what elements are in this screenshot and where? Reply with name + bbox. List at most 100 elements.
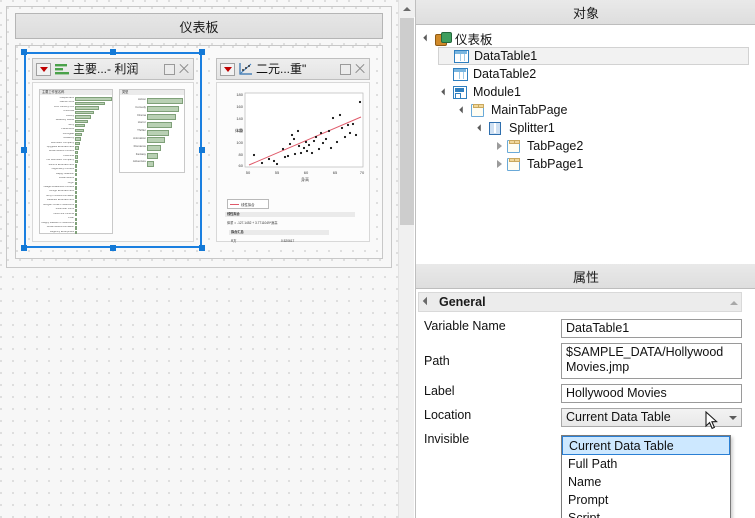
tree-item-tabpage2[interactable]: TabPage2 xyxy=(492,137,755,155)
close-icon[interactable] xyxy=(354,63,366,75)
studio-bar xyxy=(75,142,80,145)
genre-label: Animation xyxy=(120,137,146,140)
twisty-collapsed-icon[interactable] xyxy=(492,137,506,155)
dropdown-option-current-data-table[interactable]: Current Data Table xyxy=(562,436,730,455)
studio-label: DreamWorks Animation xyxy=(40,226,74,229)
tree-item-datatable1[interactable]: DataTable1 xyxy=(438,47,749,65)
chevron-down-icon xyxy=(729,416,737,420)
path-input[interactable]: $SAMPLE_DATA/Hollywood Movies.jmp xyxy=(561,343,742,379)
variable-name-input[interactable]: DataTable1 xyxy=(561,319,742,338)
studio-plot-caption: 主要工作室名称 xyxy=(40,90,112,95)
resize-handle-ne[interactable] xyxy=(199,49,205,55)
tree-item-label: 仪表板 xyxy=(455,29,493,48)
general-group-header[interactable]: General xyxy=(418,292,742,312)
studio-bar xyxy=(75,137,81,140)
scatter-chart-svg: 180160 140120 10080 60 5055 6065 70 xyxy=(219,87,377,195)
studio-label: Virgin xyxy=(40,182,74,185)
genre-label: Comedy xyxy=(120,106,146,109)
genre-bar xyxy=(147,98,183,104)
svg-text:140: 140 xyxy=(236,116,243,121)
resize-handle-sw[interactable] xyxy=(21,245,27,251)
studio-bar xyxy=(75,231,77,234)
triangle-down-icon[interactable] xyxy=(423,297,431,305)
dashboard-body: 主要...- 利润 主要工作室名称 IndependentWarner Bros… xyxy=(15,45,383,259)
close-icon[interactable] xyxy=(178,63,190,75)
tree-item-datatable2[interactable]: DataTable2 xyxy=(438,65,755,83)
tree-item-label: DataTable2 xyxy=(473,67,536,81)
twisty-expanded-icon[interactable] xyxy=(420,29,434,47)
resize-handle-e[interactable] xyxy=(199,147,205,153)
resize-handle-w[interactable] xyxy=(21,147,27,153)
objects-tree[interactable]: 仪表板DataTable1 DataTable2 Module1MainTabPag… xyxy=(416,25,755,262)
dashboard-container: 仪表板 xyxy=(6,6,392,268)
studio-label: Pixar xyxy=(40,217,74,220)
studio-label: Columbia xyxy=(40,155,74,158)
genre-label: Fantasy xyxy=(120,153,146,156)
report-thumbnail-bar-chart: 主要工作室名称 IndependentWarner Bros20th Centu… xyxy=(32,82,194,242)
scrollbar-thumb[interactable] xyxy=(400,18,414,225)
rsquare-label: R方 xyxy=(229,239,269,244)
dropdown-option-prompt[interactable]: Prompt xyxy=(562,491,730,509)
studio-label: Village Roadshow Pictures xyxy=(40,186,74,189)
twisty-spacer xyxy=(438,65,452,83)
maximize-icon[interactable] xyxy=(164,64,175,75)
tabpage-icon xyxy=(506,139,523,154)
studio-bar xyxy=(75,155,78,158)
twisty-expanded-icon[interactable] xyxy=(456,101,470,119)
dropdown-option-full-path[interactable]: Full Path xyxy=(562,455,730,473)
svg-text:70: 70 xyxy=(360,170,365,175)
svg-text:160: 160 xyxy=(236,104,243,109)
red-triangle-icon[interactable] xyxy=(220,63,235,76)
studio-label: DreamWorks Pictures xyxy=(40,150,74,153)
studio-bar xyxy=(75,151,78,154)
scatter-plot-icon xyxy=(238,62,253,76)
dashboard-title-text: 仪表板 xyxy=(179,17,218,36)
objects-panel-title: 对象 xyxy=(573,3,599,22)
resize-handle-n[interactable] xyxy=(110,49,116,55)
studio-bar xyxy=(75,97,112,100)
genre-bar-plot: 类型 ActionComedyDramaHorrorThrillerAnimat… xyxy=(119,89,185,173)
path-label: Path xyxy=(418,343,561,368)
resize-handle-s[interactable] xyxy=(110,245,116,251)
studio-bar xyxy=(75,195,77,198)
objects-panel-header[interactable]: 对象 xyxy=(416,0,755,25)
report-panel-bar-chart[interactable]: 主要...- 利润 主要工作室名称 IndependentWarner Bros… xyxy=(24,52,202,248)
properties-scroll-up-button[interactable] xyxy=(729,298,739,308)
tree-item-module1[interactable]: Module1 xyxy=(438,83,755,101)
studio-label: Independent xyxy=(40,97,74,100)
tree-item-仪表板[interactable]: 仪表板 xyxy=(420,29,755,47)
canvas-vertical-scrollbar[interactable] xyxy=(398,0,414,518)
location-dropdown-list[interactable]: Current Data TableFull PathNamePromptScr… xyxy=(561,435,731,518)
twisty-expanded-icon[interactable] xyxy=(438,83,452,101)
properties-panel-header[interactable]: 属性 xyxy=(416,264,755,289)
twisty-collapsed-icon[interactable] xyxy=(492,155,506,173)
twisty-expanded-icon[interactable] xyxy=(474,119,488,137)
studio-bar-plot: 主要工作室名称 IndependentWarner Bros20th Centu… xyxy=(39,89,113,234)
twisty-spacer xyxy=(439,47,453,65)
label-label: Label xyxy=(418,384,561,398)
chevron-up-icon xyxy=(730,301,738,305)
dropdown-option-name[interactable]: Name xyxy=(562,473,730,491)
scrollbar-up-button[interactable] xyxy=(399,0,415,17)
resize-handle-se[interactable] xyxy=(199,245,205,251)
tree-item-splitter1[interactable]: Splitter1 xyxy=(474,119,755,137)
report-panel-scatter[interactable]: 二元...重" 180160 140120 10080 xyxy=(208,52,378,248)
studio-label: Universal xyxy=(40,110,74,113)
fit-equation: 体重 = -127.1452 + 3.7711049*身高 xyxy=(225,221,355,226)
studio-bar xyxy=(75,133,82,136)
dashboard-title-bar[interactable]: 仪表板 xyxy=(15,13,383,39)
studio-bar xyxy=(75,164,77,167)
dashboard-canvas[interactable]: 仪表板 xyxy=(0,0,398,518)
report-title-bar-scatter[interactable]: 二元...重" xyxy=(216,58,370,80)
label-input[interactable]: Hollywood Movies xyxy=(561,384,742,403)
scatter-legend: 线性拟合 xyxy=(227,199,269,209)
tree-item-maintabpage[interactable]: MainTabPage xyxy=(456,101,755,119)
studio-label: Weinstein Company xyxy=(40,142,74,145)
studio-bar xyxy=(75,222,77,225)
tree-item-tabpage1[interactable]: TabPage1 xyxy=(492,155,755,173)
report-title-bar-bar-chart[interactable]: 主要...- 利润 xyxy=(32,58,194,80)
dropdown-option-script[interactable]: Script xyxy=(562,509,730,518)
red-triangle-icon[interactable] xyxy=(36,63,51,76)
maximize-icon[interactable] xyxy=(340,64,351,75)
resize-handle-nw[interactable] xyxy=(21,49,27,55)
